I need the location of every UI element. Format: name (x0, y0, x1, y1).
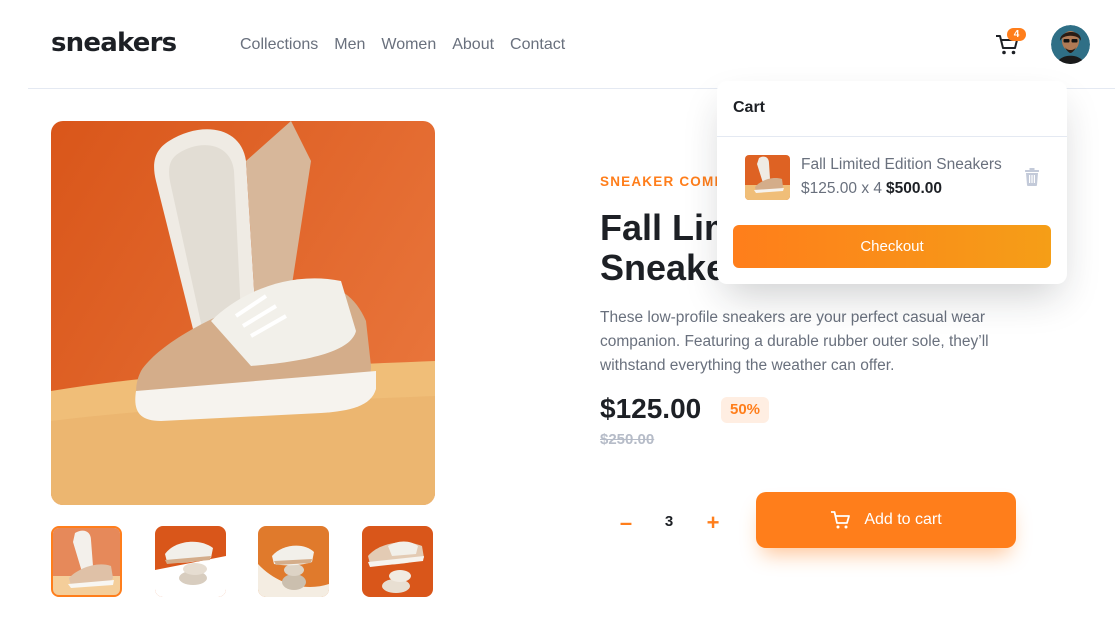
thumbnail-2[interactable] (155, 526, 226, 597)
add-to-cart-label: Add to cart (864, 511, 942, 528)
original-price: $250.00 (600, 431, 655, 448)
cart-count-badge: 4 (1007, 28, 1026, 41)
thumbnail-3[interactable] (258, 526, 329, 597)
plus-icon[interactable]: + (701, 510, 725, 536)
cart-item-thumbnail (745, 155, 790, 200)
cart-dropdown: Cart Fall Limited Edition Sneakers $125.… (717, 81, 1067, 284)
trash-icon[interactable] (1024, 168, 1040, 186)
nav-women[interactable]: Women (381, 36, 436, 54)
cart-title: Cart (733, 99, 766, 116)
product-main-image[interactable] (51, 121, 435, 505)
nav-men[interactable]: Men (334, 36, 365, 54)
cart-item-unit: $125.00 x 4 (801, 180, 883, 197)
nav-contact[interactable]: Contact (510, 36, 565, 54)
quantity-value: 3 (664, 513, 674, 530)
nav-collections[interactable]: Collections (240, 36, 318, 54)
current-price: $125.00 (600, 393, 702, 424)
product-description: These low-profile sneakers are your perf… (600, 309, 989, 374)
minus-icon[interactable]: – (614, 510, 638, 536)
discount-badge: 50% (721, 397, 769, 423)
cart-item-name: Fall Limited Edition Sneakers (801, 156, 1002, 173)
cart-icon (831, 511, 851, 529)
nav-about[interactable]: About (452, 36, 494, 54)
avatar[interactable] (1051, 25, 1090, 64)
thumbnail-4[interactable] (362, 526, 433, 597)
cart-item-total: $500.00 (886, 180, 943, 197)
main-nav: Collections Men Women About Contact (240, 36, 565, 54)
cart-item-price-line: $125.00 x 4 $500.00 (801, 180, 942, 198)
cart-divider (717, 136, 1067, 137)
add-to-cart-button[interactable]: Add to cart (756, 492, 1016, 548)
thumbnail-1[interactable] (51, 526, 122, 597)
checkout-button[interactable]: Checkout (733, 225, 1051, 268)
logo[interactable]: sneakers (51, 28, 177, 58)
